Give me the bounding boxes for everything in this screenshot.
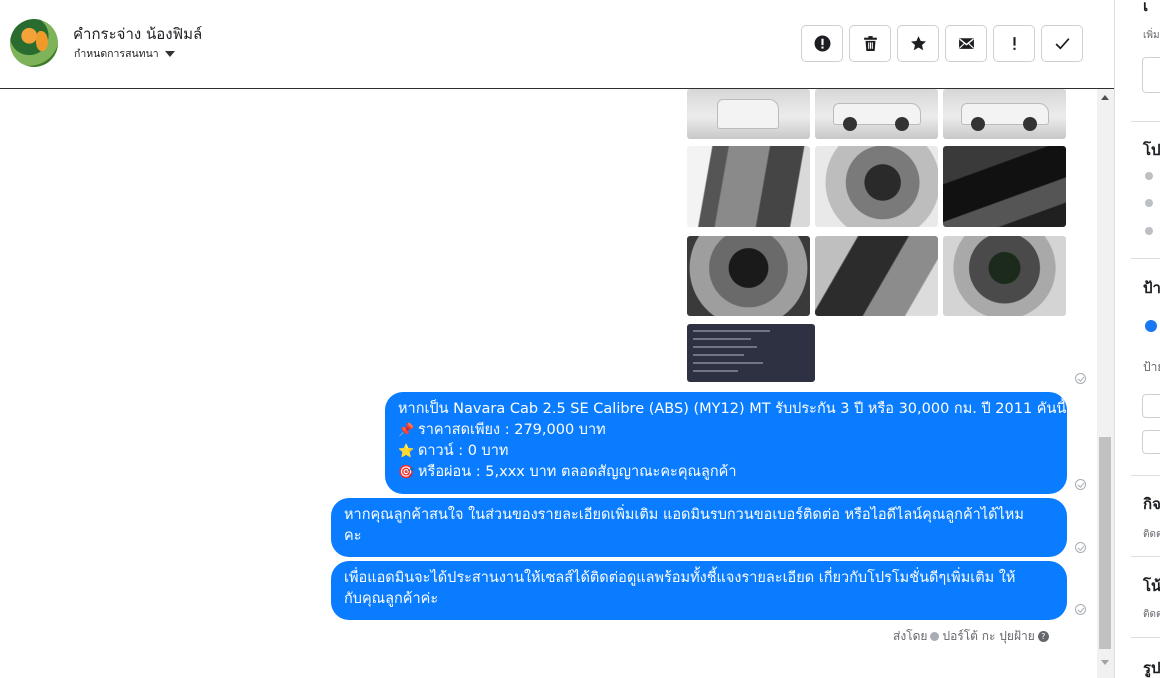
message-bubble[interactable]: เพื่อแอดมินจะได้ประสานงานให้เซลส์ได้ติดต… <box>331 561 1067 620</box>
inbox-window: คำกระจ่าง น้องฟิมล์ กำหนดการสนทนา หากเป็… <box>0 0 1160 678</box>
panel-input[interactable] <box>1142 430 1160 454</box>
panel-input[interactable] <box>1142 394 1160 418</box>
panel-button[interactable] <box>1142 57 1160 93</box>
pin-icon: 📌 <box>398 423 415 438</box>
assign-conversation-dropdown[interactable]: กำหนดการสนทนา <box>74 45 175 62</box>
car-photo-side-2[interactable] <box>943 89 1066 139</box>
target-icon: 🎯 <box>398 465 415 480</box>
star-button[interactable] <box>897 25 939 62</box>
car-photo-cabin[interactable] <box>687 236 810 316</box>
panel-subtext: ป้าย <box>1143 360 1160 374</box>
scroll-down-arrow-icon[interactable] <box>1101 660 1109 665</box>
envelope-icon <box>958 38 974 49</box>
message-line: หรือผ่อน : 5,xxx บาท ตลอดสัญญาณะคะคุณลูก… <box>418 464 737 480</box>
car-photo-seats[interactable] <box>815 236 938 316</box>
clock-icon <box>1145 172 1153 180</box>
panel-subtext: เพิ่ม <box>1143 30 1160 41</box>
message-line: หากเป็น Navara Cab 2.5 SE Calibre (ABS) … <box>398 401 1067 417</box>
panel-heading: กิจ <box>1143 495 1160 513</box>
seen-check-icon <box>1075 373 1086 384</box>
mail-button[interactable] <box>945 25 987 62</box>
thread-scrollbar[interactable] <box>1097 89 1114 678</box>
check-icon <box>1055 38 1070 50</box>
header-actions <box>801 25 1083 62</box>
divider <box>1131 121 1160 122</box>
divider <box>1131 258 1160 259</box>
message-line: เพื่อแอดมินจะได้ประสานงานให้เซลส์ได้ติดต… <box>344 570 1016 586</box>
message-line: ราคาสดเพียง : 279,000 บาท <box>418 422 606 438</box>
panel-heading: รูป <box>1143 659 1160 677</box>
message-line: ดาวน์ : 0 บาท <box>418 443 509 459</box>
panel-heading: โป <box>1143 141 1160 159</box>
car-spec-document-photo[interactable] <box>687 324 815 382</box>
scrollbar-thumb[interactable] <box>1099 437 1111 649</box>
conversation-header: คำกระจ่าง น้องฟิมล์ กำหนดการสนทนา <box>0 0 1114 89</box>
contact-name[interactable]: คำกระจ่าง น้องฟิมล์ <box>73 22 202 46</box>
star-icon <box>910 36 926 51</box>
message-bubble[interactable]: หากเป็น Navara Cab 2.5 SE Calibre (ABS) … <box>385 392 1067 494</box>
divider <box>1131 556 1160 557</box>
assign-label: กำหนดการสนทนา <box>74 48 159 60</box>
trash-icon <box>863 36 877 51</box>
report-button[interactable] <box>801 25 843 62</box>
scroll-up-arrow-icon[interactable] <box>1101 95 1109 100</box>
panel-subtext: ติดต <box>1143 529 1160 540</box>
sent-by-prefix: ส่งโดย <box>893 629 928 643</box>
message-thread: หากเป็น Navara Cab 2.5 SE Calibre (ABS) … <box>0 89 1097 678</box>
panel-heading: โน้ <box>1143 577 1160 595</box>
car-photo-engine[interactable] <box>943 236 1066 316</box>
done-button[interactable] <box>1041 25 1083 62</box>
divider <box>1131 475 1160 476</box>
seen-check-icon <box>1075 479 1086 490</box>
message-bubble[interactable]: หากคุณลูกค้าสนใจ ในส่วนของรายละเอียดเพิ่… <box>331 498 1067 557</box>
tag-icon[interactable] <box>1145 320 1157 332</box>
briefcase-icon <box>1145 199 1153 207</box>
contact-details-panel: เ เพิ่ม โป ป้า ป้าย กิจ ติดต โน้ ติดต รู… <box>1114 0 1160 678</box>
star-emoji-icon: ⭐ <box>398 444 415 459</box>
alert-circle-icon <box>814 35 830 52</box>
car-photo-side[interactable] <box>815 89 938 139</box>
panel-subtext: ติดต <box>1143 609 1160 620</box>
caret-down-icon <box>164 50 175 57</box>
car-photo-front[interactable] <box>687 89 810 139</box>
panel-heading: เ <box>1143 0 1149 15</box>
location-icon <box>1145 227 1153 235</box>
delete-button[interactable] <box>849 25 891 62</box>
avatar[interactable] <box>10 19 58 67</box>
car-photo-gearshift[interactable] <box>943 146 1066 227</box>
seen-check-icon <box>1075 604 1086 615</box>
message-line: หากคุณลูกค้าสนใจ ในส่วนของรายละเอียดเพิ่… <box>344 507 1024 523</box>
divider <box>1131 637 1160 638</box>
help-icon[interactable]: ? <box>1037 631 1049 642</box>
car-photo-dashboard[interactable] <box>815 146 938 227</box>
panel-heading: ป้า <box>1143 279 1160 297</box>
message-line: คะ <box>344 528 362 544</box>
message-line: กับคุณลูกค้าค่ะ <box>344 591 439 607</box>
mark-important-button[interactable] <box>993 25 1035 62</box>
sender-name[interactable]: ปอร์โต้ กะ ปุยฝ้าย <box>942 627 1034 646</box>
verified-icon <box>930 632 940 641</box>
exclamation-icon <box>1012 37 1016 50</box>
seen-check-icon <box>1075 542 1086 553</box>
sent-by-label: ส่งโดย ปอร์โต้ กะ ปุยฝ้าย ? <box>893 627 1049 646</box>
car-photo-door[interactable] <box>687 146 810 227</box>
